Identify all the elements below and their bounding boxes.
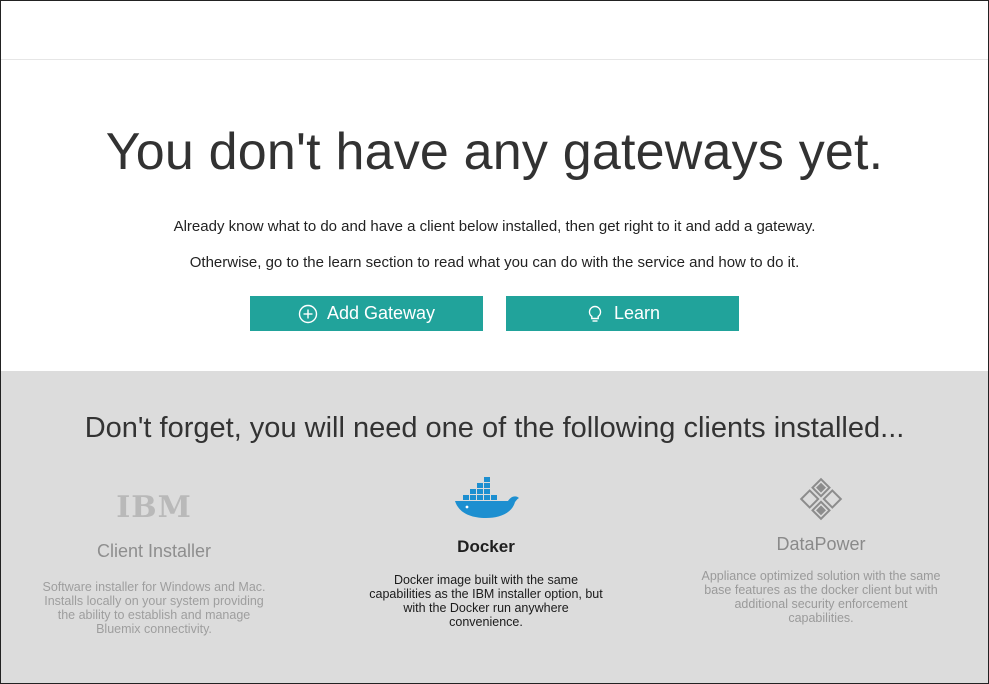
empty-state-line-1: Already know what to do and have a clien… — [173, 218, 816, 235]
empty-state-line-2: Otherwise, go to the learn section to re… — [189, 254, 800, 271]
learn-label: Learn — [613, 303, 661, 323]
action-buttons: Add Gateway Learn — [1, 296, 988, 331]
client-name: DataPower — [776, 534, 866, 554]
ibm-logo-text: IBM — [116, 490, 192, 525]
empty-state: You don't have any gateways yet. Already… — [1, 60, 988, 372]
clients-heading: Don't forget, you will need one of the f… — [84, 412, 905, 444]
client-name: Docker — [457, 537, 515, 556]
client-card-installer[interactable]: IBM Client Installer Software installer … — [34, 481, 274, 636]
datapower-diamond-icon — [701, 477, 941, 522]
top-bar — [1, 1, 988, 60]
clients-section: Don't forget, you will need one of the f… — [1, 371, 988, 683]
empty-state-heading: You don't have any gateways yet. — [105, 123, 884, 181]
client-cards: IBM Client Installer Software installer … — [1, 445, 988, 665]
client-description: Appliance optimized solution with the sa… — [701, 569, 941, 625]
ibm-logo: IBM — [34, 481, 274, 525]
add-gateway-label: Add Gateway — [326, 303, 436, 323]
learn-button[interactable]: Learn — [506, 296, 739, 331]
lightbulb-icon — [585, 304, 605, 324]
docker-whale-icon — [366, 475, 606, 519]
client-card-datapower[interactable]: DataPower Appliance optimized solution w… — [701, 477, 941, 625]
add-gateway-button[interactable]: Add Gateway — [250, 296, 483, 331]
client-card-docker[interactable]: Docker Docker image built with the same … — [366, 475, 606, 629]
client-description: Software installer for Windows and Mac. … — [42, 580, 266, 636]
page-frame: You don't have any gateways yet. Already… — [0, 0, 989, 684]
client-description: Docker image built with the same capabil… — [369, 573, 603, 629]
plus-circle-icon — [298, 304, 318, 324]
client-name: Client Installer — [96, 541, 212, 561]
